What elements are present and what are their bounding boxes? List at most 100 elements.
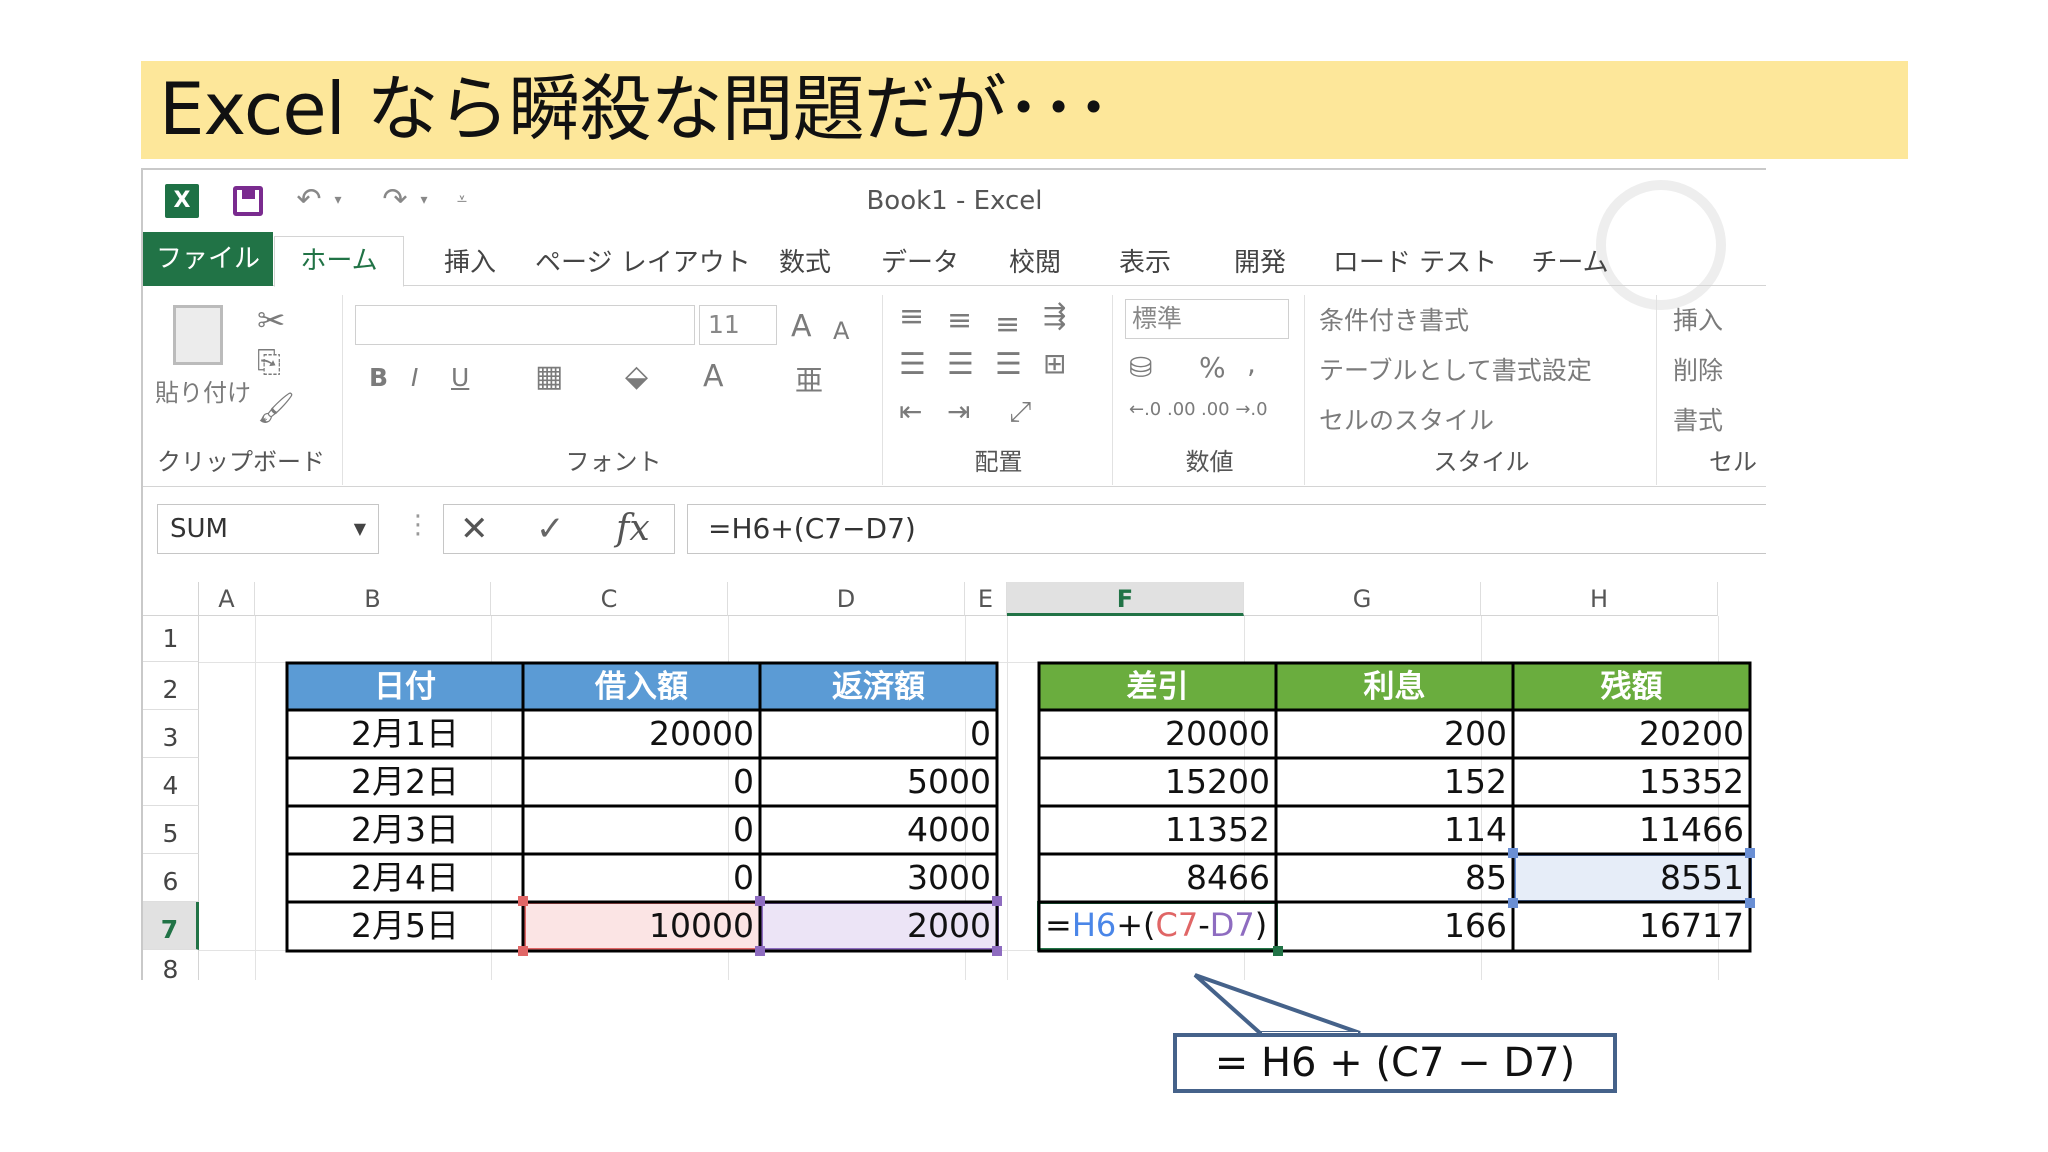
tab-data[interactable]: データ: [865, 240, 975, 286]
cell-f5[interactable]: 11352: [1039, 806, 1276, 854]
cell-d4[interactable]: 5000: [760, 758, 997, 806]
col-header-d[interactable]: D: [728, 582, 965, 616]
cell-h4[interactable]: 15352: [1513, 758, 1750, 806]
cell-b6[interactable]: 2月4日: [287, 854, 523, 902]
align-left-icon[interactable]: ☰: [899, 347, 926, 382]
merge-center-icon[interactable]: ⊞: [1043, 347, 1066, 380]
cell-b3[interactable]: 2月1日: [287, 710, 523, 758]
number-format-dropdown[interactable]: 標準: [1125, 299, 1289, 339]
more-options-icon[interactable]: ⋮: [405, 510, 431, 540]
grow-font-icon[interactable]: A: [791, 309, 812, 344]
accounting-format-icon[interactable]: ⛁: [1129, 351, 1152, 384]
row-header-5[interactable]: 5: [143, 806, 199, 854]
paste-icon[interactable]: [173, 305, 223, 365]
tab-view[interactable]: 表示: [1095, 240, 1195, 286]
font-name-dropdown[interactable]: [355, 305, 695, 345]
cell-h5[interactable]: 11466: [1513, 806, 1750, 854]
insert-function-icon[interactable]: fx: [616, 505, 650, 553]
cell-c3[interactable]: 20000: [523, 710, 760, 758]
enter-icon[interactable]: ✓: [536, 505, 565, 553]
copy-icon[interactable]: ⎘: [257, 345, 281, 380]
comma-button[interactable]: ,: [1247, 347, 1256, 380]
phonetic-icon[interactable]: 亜: [795, 359, 823, 399]
row-header-8[interactable]: 8: [143, 950, 199, 980]
conditional-format-button[interactable]: 条件付き書式: [1319, 301, 1469, 337]
cut-icon[interactable]: ✂: [257, 301, 286, 341]
tab-file[interactable]: ファイル: [143, 232, 273, 286]
cell-g3[interactable]: 200: [1276, 710, 1513, 758]
name-box[interactable]: SUM ▼: [157, 504, 379, 554]
paste-button[interactable]: 貼り付け: [155, 373, 251, 408]
cell-c7[interactable]: 10000: [523, 902, 760, 950]
chevron-down-icon[interactable]: ▼: [354, 505, 366, 553]
format-as-table-button[interactable]: テーブルとして書式設定: [1319, 351, 1592, 387]
cell-g6[interactable]: 85: [1276, 854, 1513, 902]
cell-f7-formula[interactable]: =H6+(C7-D7): [1045, 902, 1275, 950]
col-header-e[interactable]: E: [965, 582, 1007, 616]
cell-b4[interactable]: 2月2日: [287, 758, 523, 806]
cell-d3[interactable]: 0: [760, 710, 997, 758]
align-middle-icon[interactable]: ≡: [947, 303, 972, 338]
fill-color-icon[interactable]: ⬙: [625, 359, 648, 394]
format-painter-icon[interactable]: 🖌: [257, 391, 295, 426]
shrink-font-icon[interactable]: A: [833, 317, 849, 345]
cell-d7[interactable]: 2000: [760, 902, 997, 950]
decrease-decimal-button[interactable]: .00 →.0: [1201, 399, 1268, 420]
format-cells-button[interactable]: 書式: [1673, 401, 1723, 437]
col-header-g[interactable]: G: [1244, 582, 1481, 616]
decrease-indent-icon[interactable]: ⇤: [899, 395, 922, 428]
row-header-3[interactable]: 3: [143, 710, 199, 758]
col-header-a[interactable]: A: [199, 582, 255, 616]
cell-d5[interactable]: 4000: [760, 806, 997, 854]
row-header-2[interactable]: 2: [143, 662, 199, 710]
delete-cells-button[interactable]: 削除: [1673, 351, 1723, 387]
row-header-6[interactable]: 6: [143, 854, 199, 902]
wrap-text-icon[interactable]: ⇶: [1043, 299, 1066, 332]
cell-c4[interactable]: 0: [523, 758, 760, 806]
cell-b7[interactable]: 2月5日: [287, 902, 523, 950]
increase-decimal-button[interactable]: ←.0 .00: [1129, 399, 1196, 420]
increase-indent-icon[interactable]: ⇥: [947, 395, 970, 428]
col-header-c[interactable]: C: [491, 582, 728, 616]
row-header-1[interactable]: 1: [143, 616, 199, 662]
cell-g4[interactable]: 152: [1276, 758, 1513, 806]
cell-g7[interactable]: 166: [1276, 902, 1513, 950]
tab-formulas[interactable]: 数式: [755, 240, 855, 286]
align-top-icon[interactable]: ≡: [899, 299, 924, 334]
cell-c6[interactable]: 0: [523, 854, 760, 902]
cell-h6[interactable]: 8551: [1513, 854, 1750, 902]
cell-f6[interactable]: 8466: [1039, 854, 1276, 902]
align-bottom-icon[interactable]: ≡: [995, 307, 1020, 342]
font-color-button[interactable]: A: [703, 359, 724, 394]
cell-b5[interactable]: 2月3日: [287, 806, 523, 854]
cell-c5[interactable]: 0: [523, 806, 760, 854]
row-header-4[interactable]: 4: [143, 758, 199, 806]
italic-button[interactable]: I: [411, 363, 418, 392]
border-icon[interactable]: ▦: [535, 359, 563, 394]
cell-styles-button[interactable]: セルのスタイル: [1319, 401, 1494, 437]
col-header-f[interactable]: F: [1007, 582, 1244, 616]
font-size-dropdown[interactable]: 11: [699, 305, 777, 345]
bold-button[interactable]: B: [369, 363, 388, 392]
insert-cells-button[interactable]: 挿入: [1673, 301, 1723, 337]
cell-f4[interactable]: 15200: [1039, 758, 1276, 806]
tab-load-test[interactable]: ロード テスト: [1325, 240, 1505, 286]
select-all-corner[interactable]: [143, 582, 199, 616]
cell-g5[interactable]: 114: [1276, 806, 1513, 854]
formula-input[interactable]: =H6+(C7−D7): [687, 504, 1766, 554]
align-right-icon[interactable]: ☰: [995, 347, 1022, 382]
tab-developer[interactable]: 開発: [1205, 240, 1315, 286]
underline-button[interactable]: U: [451, 363, 469, 392]
orientation-icon[interactable]: ⤢: [1009, 395, 1031, 429]
cell-f3[interactable]: 20000: [1039, 710, 1276, 758]
row-header-7[interactable]: 7: [143, 902, 199, 950]
tab-team[interactable]: チーム: [1515, 240, 1625, 286]
cancel-icon[interactable]: ✕: [460, 505, 489, 553]
col-header-b[interactable]: B: [255, 582, 491, 616]
col-header-h[interactable]: H: [1481, 582, 1718, 616]
percent-button[interactable]: %: [1199, 351, 1226, 384]
tab-insert[interactable]: 挿入: [415, 240, 525, 286]
cell-h3[interactable]: 20200: [1513, 710, 1750, 758]
tab-page-layout[interactable]: ページ レイアウト: [535, 240, 751, 286]
align-center-icon[interactable]: ☰: [947, 347, 974, 382]
